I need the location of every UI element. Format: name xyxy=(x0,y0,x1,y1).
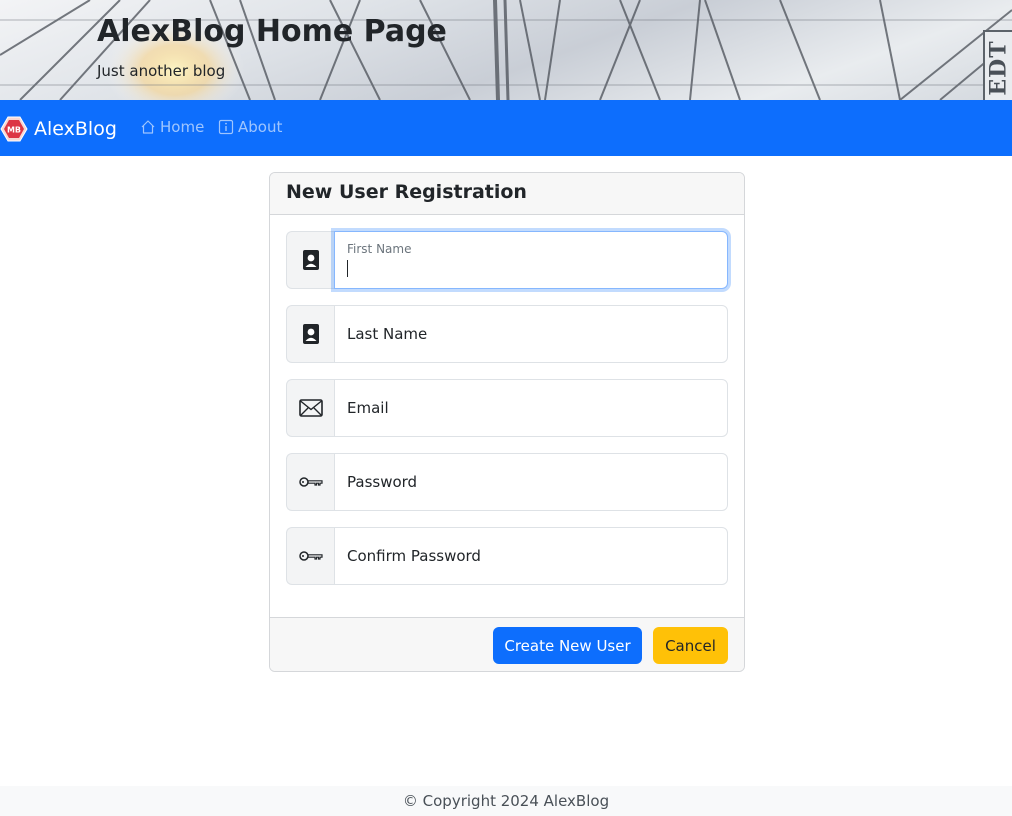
nav-home-link[interactable]: Home xyxy=(140,118,204,136)
email-addon xyxy=(286,379,334,437)
confirm-password-input[interactable]: Confirm Password xyxy=(334,527,728,585)
site-title: AlexBlog Home Page xyxy=(97,14,447,49)
password-addon xyxy=(286,453,334,511)
nav-about-link[interactable]: About xyxy=(218,118,282,136)
last-name-field-group: Last Name xyxy=(286,305,728,363)
brand-logo-icon: MB xyxy=(0,116,28,142)
form-title: New User Registration xyxy=(286,181,527,203)
page-footer: © Copyright 2024 AlexBlog xyxy=(0,786,1012,816)
copyright-text: © Copyright 2024 AlexBlog xyxy=(402,792,610,810)
nav-home-label: Home xyxy=(160,118,205,136)
person-badge-icon xyxy=(302,324,319,344)
brand-logo-text: MB xyxy=(7,126,21,135)
email-label: Email xyxy=(347,399,389,417)
email-field-group: Email xyxy=(286,379,728,437)
edt-badge[interactable]: EDT xyxy=(983,30,1012,100)
first-name-addon xyxy=(286,231,334,289)
last-name-input[interactable]: Last Name xyxy=(334,305,728,363)
email-input[interactable]: Email xyxy=(334,379,728,437)
confirm-password-label: Confirm Password xyxy=(347,547,481,565)
password-field-group: Password xyxy=(286,453,728,511)
last-name-label: Last Name xyxy=(347,325,428,343)
key-icon xyxy=(298,551,323,561)
brand-link[interactable]: MB AlexBlog xyxy=(0,116,117,142)
first-name-label: First Name xyxy=(347,242,412,256)
cancel-button[interactable]: Cancel xyxy=(653,627,728,664)
site-subtitle: Just another blog xyxy=(97,62,226,80)
info-square-icon xyxy=(218,119,234,135)
brand-name: AlexBlog xyxy=(34,118,117,140)
create-new-user-button[interactable]: Create New User xyxy=(493,627,642,664)
confirm-password-addon xyxy=(286,527,334,585)
edt-badge-label: EDT xyxy=(985,40,1012,96)
header-banner: AlexBlog Home Page Just another blog EDT xyxy=(0,0,1012,100)
first-name-field-group: First Name xyxy=(286,231,728,289)
key-icon xyxy=(298,477,323,487)
last-name-addon xyxy=(286,305,334,363)
navbar: MB AlexBlog Home About xyxy=(0,100,1012,156)
card-header: New User Registration xyxy=(270,173,744,215)
nav-about-label: About xyxy=(238,118,283,136)
text-caret xyxy=(347,260,348,277)
card-footer: Create New User Cancel xyxy=(270,617,744,671)
confirm-password-field-group: Confirm Password xyxy=(286,527,728,585)
house-icon xyxy=(141,120,155,134)
person-badge-icon xyxy=(302,250,319,270)
registration-card: New User Registration First Name Last Na… xyxy=(269,172,745,672)
password-input[interactable]: Password xyxy=(334,453,728,511)
first-name-input[interactable]: First Name xyxy=(334,231,728,289)
password-label: Password xyxy=(347,473,418,491)
envelope-icon xyxy=(298,399,323,417)
